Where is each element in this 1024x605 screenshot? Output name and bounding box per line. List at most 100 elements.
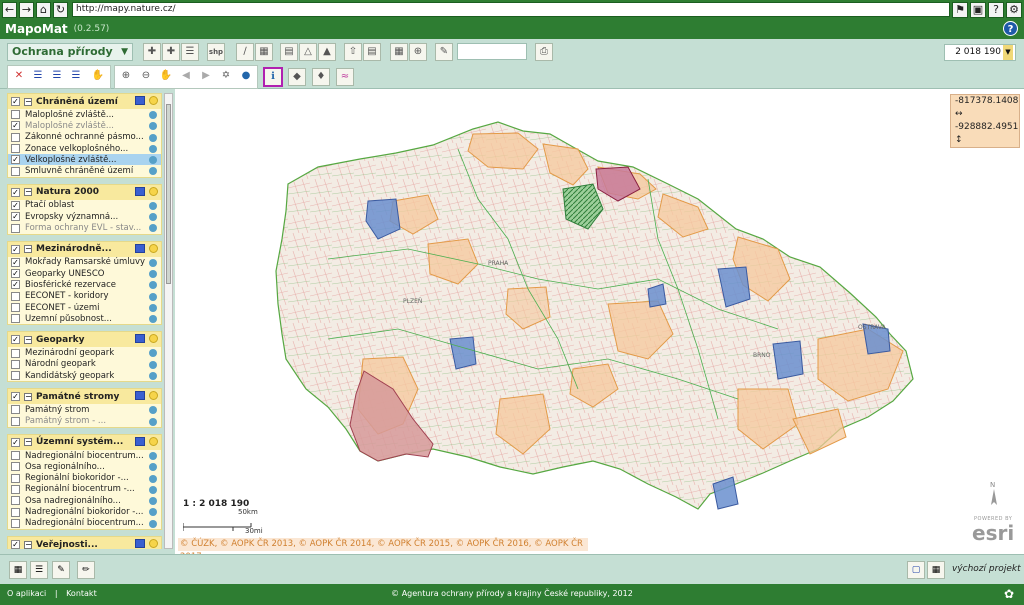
layer-item[interactable]: Regionální biokoridor -... <box>8 473 161 484</box>
properties-icon[interactable] <box>149 539 158 549</box>
layout-icon[interactable]: ▦ <box>9 561 27 579</box>
settings-icon[interactable]: ⚙ <box>1006 1 1022 18</box>
layer-checkbox[interactable] <box>11 507 20 517</box>
draw-pen-icon[interactable]: ✏ <box>77 561 95 579</box>
properties-icon[interactable] <box>149 436 158 446</box>
map-svg[interactable]: PRAHA BRNO OSTRAVA PLZEŇ <box>178 89 1024 554</box>
collapse-icon[interactable]: − <box>24 335 32 344</box>
layer-info-icon[interactable] <box>149 133 157 142</box>
add-service-icon[interactable]: ✚ <box>162 43 180 61</box>
layer-checkbox[interactable] <box>11 303 20 312</box>
zoom-in-icon[interactable]: ⊕ <box>117 68 135 86</box>
layer-checkbox[interactable] <box>11 518 20 528</box>
layer-checkbox[interactable] <box>11 314 20 324</box>
document-icon[interactable]: ▤ <box>363 43 381 61</box>
back-icon[interactable]: ← <box>2 1 17 18</box>
map-canvas[interactable]: PRAHA BRNO OSTRAVA PLZEŇ -817378.1408 ↔ … <box>178 89 1024 554</box>
help-button[interactable]: ? <box>1003 21 1018 36</box>
layer-group-header[interactable]: ✓ − Veřejnosti... <box>8 537 161 549</box>
legend-icon[interactable] <box>135 96 145 105</box>
layer-item[interactable]: Forma ochrany EVL - stav... <box>8 222 161 233</box>
collapse-icon[interactable]: − <box>24 245 32 254</box>
bookmark-icon[interactable]: ⚑ <box>952 1 968 18</box>
layer-group-header[interactable]: ✓ − Chráněná území <box>8 94 161 109</box>
polygon-tool-icon[interactable]: ◆ <box>288 68 306 86</box>
layer-info-icon[interactable] <box>149 224 157 233</box>
layer-checkbox[interactable] <box>11 484 20 494</box>
layer-item[interactable]: Osa regionálního... <box>8 461 161 472</box>
layer-item[interactable]: EECONET - koridory <box>8 291 161 302</box>
layer-item[interactable]: Národní geopark <box>8 359 161 370</box>
identify-icon[interactable]: ▤ <box>280 43 298 61</box>
properties-icon[interactable] <box>149 391 158 401</box>
default-project-label[interactable]: výchozí projekt <box>952 564 1021 574</box>
legend-icon[interactable] <box>135 243 145 253</box>
layer-item[interactable]: ✓ Mokřady Ramsarské úmluvy <box>8 257 161 268</box>
globe-icon[interactable]: ● <box>237 68 255 86</box>
layer-info-icon[interactable] <box>149 269 157 278</box>
collapse-icon[interactable]: − <box>24 438 32 447</box>
layer-checkbox[interactable] <box>11 473 20 483</box>
grid-icon[interactable]: ▦ <box>390 43 408 61</box>
layer-item[interactable]: ✓ Ptačí oblast <box>8 200 161 211</box>
select-icon[interactable]: ▲ <box>318 43 336 61</box>
layer-checkbox[interactable] <box>11 359 20 369</box>
layer-checkbox[interactable] <box>11 462 20 472</box>
layer-info-icon[interactable] <box>149 315 157 324</box>
about-link[interactable]: O aplikaci <box>7 589 46 598</box>
layer-group-header[interactable]: ✓ − Památné stromy <box>8 389 161 405</box>
legend-icon[interactable]: ☰ <box>48 68 66 86</box>
group-checkbox[interactable]: ✓ <box>11 392 20 402</box>
collapse-icon[interactable]: − <box>24 540 32 549</box>
order-icon[interactable]: ☰ <box>67 68 85 86</box>
theme-select[interactable]: Ochrana přírody ▼ <box>7 43 133 61</box>
forward-icon[interactable]: → <box>19 1 34 18</box>
layer-info-icon[interactable] <box>149 111 157 119</box>
print-icon[interactable]: ⎙ <box>535 43 553 61</box>
layers-stack-icon[interactable]: ☰ <box>30 561 48 579</box>
layer-info-icon[interactable] <box>149 463 157 472</box>
layer-checkbox[interactable] <box>11 144 20 154</box>
refresh-icon[interactable]: ↻ <box>53 1 68 18</box>
home-icon[interactable]: ⌂ <box>36 1 51 18</box>
legend-icon[interactable] <box>135 391 145 401</box>
url-bar[interactable]: http://mapy.nature.cz/ <box>72 2 950 17</box>
collapse-icon[interactable]: − <box>24 188 32 197</box>
layer-item[interactable]: Smluvně chráněné území <box>8 165 161 176</box>
layer-info-icon[interactable] <box>149 122 157 131</box>
search-icon[interactable]: ✎ <box>435 43 453 61</box>
open-project-icon[interactable]: ▦ <box>927 561 945 579</box>
shp-import-icon[interactable]: shp <box>207 43 225 61</box>
draw-icon[interactable]: △ <box>299 43 317 61</box>
list-icon[interactable]: ☰ <box>29 68 47 86</box>
layer-info-icon[interactable] <box>149 201 157 210</box>
pan-hand-icon[interactable]: ✋ <box>89 68 107 86</box>
legend-icon[interactable] <box>135 334 145 344</box>
layer-checkbox[interactable]: ✓ <box>11 257 20 267</box>
layer-info-icon[interactable] <box>149 497 157 506</box>
layer-checkbox[interactable] <box>11 405 20 415</box>
layer-info-icon[interactable] <box>149 508 157 517</box>
group-checkbox[interactable]: ✓ <box>11 540 20 549</box>
legend-icon[interactable] <box>135 539 145 549</box>
layer-item[interactable]: Mezinárodní geopark <box>8 347 161 358</box>
layer-item[interactable]: ✓ Maloplošné zvláště... <box>8 120 161 131</box>
layer-item[interactable]: Zákonné ochranné pásmo... <box>8 132 161 143</box>
layer-item[interactable]: ✓ Velkoplošné zvláště... <box>8 154 161 166</box>
layer-checkbox[interactable] <box>11 416 20 426</box>
layer-item[interactable]: ✓ Evropsky významná... <box>8 211 161 222</box>
layer-item[interactable]: ✓ Biosférické rezervace <box>8 279 161 290</box>
layer-checkbox[interactable] <box>11 132 20 142</box>
layer-item[interactable]: Regionální biocentrum -... <box>8 484 161 495</box>
properties-icon[interactable] <box>149 186 158 196</box>
layer-info-icon[interactable] <box>149 281 157 290</box>
layer-checkbox[interactable]: ✓ <box>11 280 20 290</box>
layer-scrollbar-thumb[interactable] <box>166 104 171 284</box>
properties-icon[interactable] <box>149 334 158 344</box>
remove-icon[interactable]: ✕ <box>10 68 28 86</box>
layer-info-icon[interactable] <box>149 360 157 369</box>
group-checkbox[interactable]: ✓ <box>11 187 20 197</box>
layer-scrollbar[interactable] <box>164 93 173 549</box>
edit-layer-icon[interactable]: ✎ <box>52 561 70 579</box>
layer-item[interactable]: Památný strom - ... <box>8 416 161 427</box>
